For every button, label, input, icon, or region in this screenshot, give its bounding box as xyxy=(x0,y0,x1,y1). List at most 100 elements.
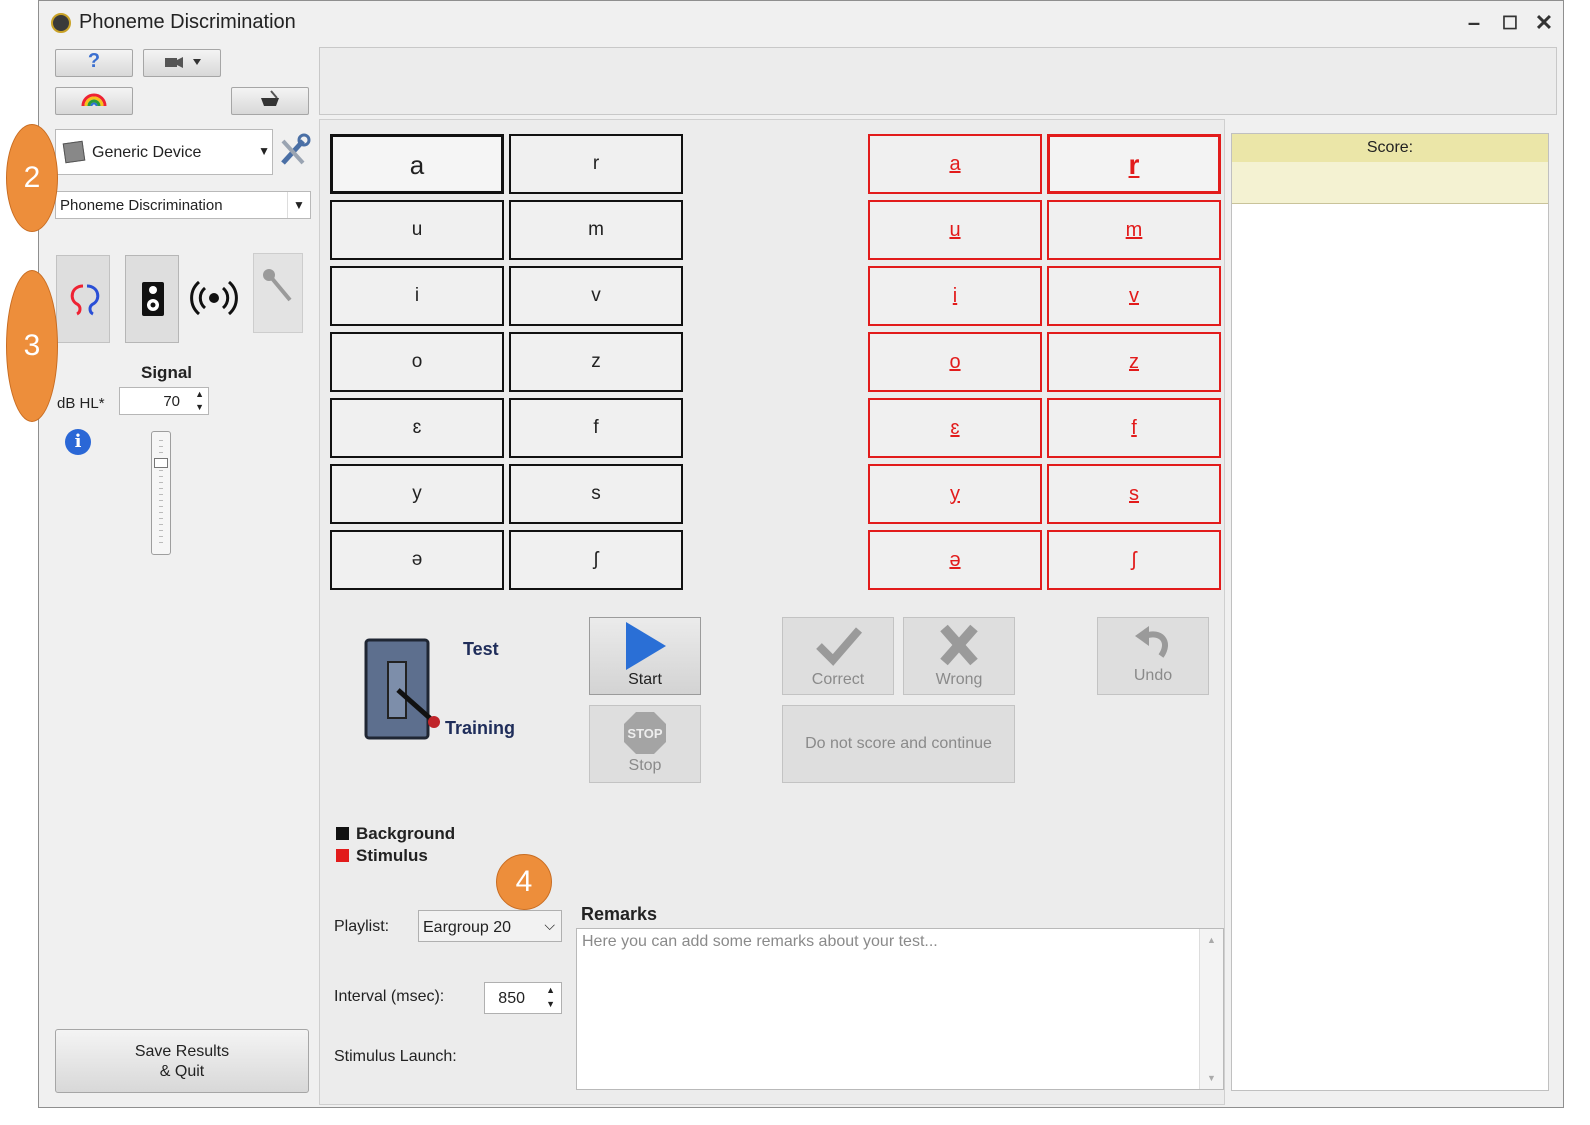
play-icon xyxy=(626,622,666,670)
background-phoneme-button[interactable]: s xyxy=(509,464,683,524)
db-level-spinner[interactable]: 70 ▲ ▼ xyxy=(119,387,209,415)
cross-icon xyxy=(940,624,978,666)
background-phoneme-button[interactable]: m xyxy=(509,200,683,260)
video-button[interactable] xyxy=(143,49,221,77)
save-quit-line2: & Quit xyxy=(159,1063,205,1080)
background-phoneme-button[interactable]: ɛ xyxy=(330,398,504,458)
spin-up-icon[interactable]: ▲ xyxy=(195,389,204,399)
correct-label: Correct xyxy=(811,671,865,688)
device-select[interactable]: Generic Device ▼ xyxy=(55,129,273,175)
stimulus-legend-swatch xyxy=(336,849,349,862)
save-quit-button[interactable]: Save Results & Quit xyxy=(55,1029,309,1093)
background-phoneme-button[interactable]: i xyxy=(330,266,504,326)
info-icon[interactable]: i xyxy=(65,429,91,455)
stimulus-legend-label: Stimulus xyxy=(356,846,428,865)
microphone-button[interactable] xyxy=(253,253,303,333)
correct-button[interactable]: Correct xyxy=(782,617,894,695)
background-phoneme-button[interactable]: ə xyxy=(330,530,504,590)
question-mark-icon: ? xyxy=(87,50,101,72)
stop-sign-text: STOP xyxy=(627,726,662,741)
do-not-score-button[interactable]: Do not score and continue xyxy=(782,705,1015,783)
scroll-down-icon[interactable]: ▼ xyxy=(1207,1073,1216,1083)
remarks-textarea[interactable]: Here you can add some remarks about your… xyxy=(576,928,1224,1090)
chevron-down-icon: ▼ xyxy=(258,144,270,158)
background-phoneme-button[interactable]: o xyxy=(330,332,504,392)
stimulus-phoneme-button[interactable]: u xyxy=(868,200,1042,260)
callout-badge-3: 3 xyxy=(6,270,58,422)
background-phoneme-button[interactable]: f xyxy=(509,398,683,458)
background-legend-swatch xyxy=(336,827,349,840)
stimulus-phoneme-button[interactable]: v xyxy=(1047,266,1221,326)
background-phoneme-button[interactable]: ʃ xyxy=(509,530,683,590)
interval-label: Interval (msec): xyxy=(334,988,445,1005)
remarks-title: Remarks xyxy=(581,904,658,924)
stimulus-phoneme-button[interactable]: f xyxy=(1047,398,1221,458)
scroll-up-icon[interactable]: ▲ xyxy=(1207,935,1216,945)
background-phoneme-button[interactable]: y xyxy=(330,464,504,524)
stimulus-phoneme-button[interactable]: ɛ xyxy=(868,398,1042,458)
device-select-value: Generic Device xyxy=(92,144,202,161)
stimulus-phoneme-button[interactable]: z xyxy=(1047,332,1221,392)
spin-up-icon[interactable]: ▲ xyxy=(546,985,555,995)
playlist-label: Playlist: xyxy=(334,918,390,935)
stimulus-phoneme-button[interactable]: s xyxy=(1047,464,1221,524)
stimulus-phoneme-button[interactable]: a xyxy=(868,134,1042,194)
ear-button[interactable] xyxy=(56,255,110,343)
wrong-button[interactable]: Wrong xyxy=(903,617,1015,695)
stimulus-phoneme-button[interactable]: r xyxy=(1047,134,1221,194)
stimulus-phoneme-button[interactable]: y xyxy=(868,464,1042,524)
background-phoneme-button[interactable]: v xyxy=(509,266,683,326)
stimulus-phoneme-button[interactable]: ə xyxy=(868,530,1042,590)
level-slider[interactable] xyxy=(151,431,171,555)
start-label: Start xyxy=(628,671,662,688)
spin-down-icon[interactable]: ▼ xyxy=(195,402,204,412)
maximize-button[interactable]: ☐ xyxy=(1495,9,1525,37)
undo-label: Undo xyxy=(1133,667,1173,684)
spin-down-icon[interactable]: ▼ xyxy=(546,999,555,1009)
app-logo-icon xyxy=(51,13,71,33)
test-type-select[interactable]: Phoneme Discrimination ▼ xyxy=(55,191,311,219)
center-panel: a r u m i v o z ɛ f y s ə ʃ a r u m i v … xyxy=(319,119,1225,1105)
speaker-icon xyxy=(142,282,164,316)
db-label: dB HL* xyxy=(57,395,105,412)
minimize-button[interactable]: – xyxy=(1459,9,1489,37)
help-button[interactable]: ? xyxy=(55,49,133,77)
chevron-down-icon: ⌵ xyxy=(544,917,555,933)
bowl-button[interactable] xyxy=(231,87,309,115)
db-level-value: 70 xyxy=(163,393,180,410)
app-window: Phoneme Discrimination – ☐ ✕ ? Generic D… xyxy=(38,0,1564,1108)
interval-spinner[interactable]: 850 ▲ ▼ xyxy=(484,982,562,1014)
undo-button[interactable]: Undo xyxy=(1097,617,1209,695)
training-mode-label[interactable]: Training xyxy=(445,718,515,739)
background-phoneme-button[interactable]: a xyxy=(330,134,504,194)
wrong-label: Wrong xyxy=(935,671,983,688)
background-phoneme-button[interactable]: u xyxy=(330,200,504,260)
broadcast-icon xyxy=(190,280,238,316)
save-quit-line1: Save Results xyxy=(134,1043,230,1060)
stimulus-phoneme-button[interactable]: o xyxy=(868,332,1042,392)
stimulus-phoneme-button[interactable]: ʃ xyxy=(1047,530,1221,590)
start-button[interactable]: Start xyxy=(589,617,701,695)
speaker-button[interactable] xyxy=(125,255,179,343)
test-mode-label[interactable]: Test xyxy=(463,639,499,660)
background-legend-label: Background xyxy=(356,824,456,843)
background-phoneme-button[interactable]: r xyxy=(509,134,683,194)
rainbow-button[interactable] xyxy=(55,87,133,115)
microphone-icon xyxy=(263,269,292,302)
background-phoneme-button[interactable]: z xyxy=(509,332,683,392)
stimulus-phoneme-button[interactable]: m xyxy=(1047,200,1221,260)
slider-thumb[interactable] xyxy=(154,458,168,468)
playlist-select[interactable]: Eargroup 20 ⌵ xyxy=(418,910,562,942)
broadcast-button[interactable] xyxy=(187,271,241,325)
test-type-select-value: Phoneme Discrimination xyxy=(60,197,223,214)
interval-value: 850 xyxy=(498,990,525,1007)
remarks-scrollbar[interactable]: ▲ ▼ xyxy=(1199,929,1223,1089)
device-settings-button[interactable] xyxy=(277,133,311,169)
checkmark-icon xyxy=(816,627,863,666)
close-button[interactable]: ✕ xyxy=(1529,9,1559,37)
video-camera-icon xyxy=(165,57,201,68)
stop-button[interactable]: STOP Stop xyxy=(589,705,701,783)
score-panel: Score: xyxy=(1231,133,1549,1091)
mode-toggle-switch[interactable] xyxy=(364,638,444,740)
stimulus-phoneme-button[interactable]: i xyxy=(868,266,1042,326)
